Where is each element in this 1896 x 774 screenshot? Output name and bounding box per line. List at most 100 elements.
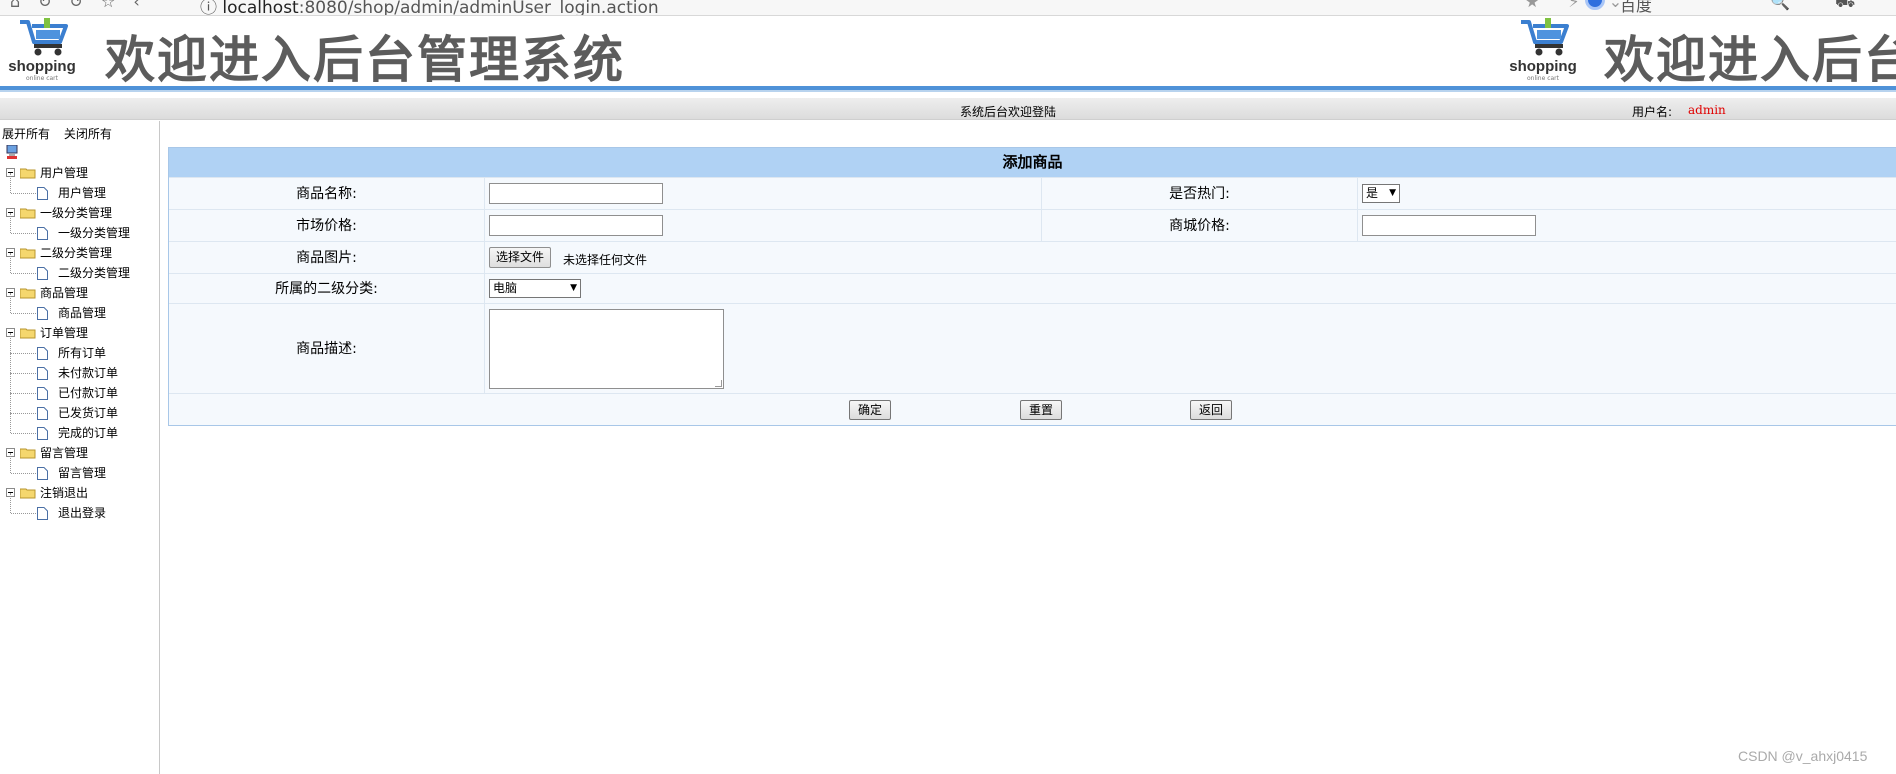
user-label: 用户名: xyxy=(1632,105,1673,119)
user-name: admin xyxy=(1688,103,1726,117)
expand-all-link[interactable]: 展开所有 xyxy=(2,127,50,141)
form-title: 添加商品 xyxy=(169,148,1896,177)
document-icon xyxy=(37,427,48,440)
logo-brand: shopping xyxy=(8,58,76,75)
tree-group-messages[interactable]: 留言管理 xyxy=(0,443,160,463)
tree-item-product-manage[interactable]: 商品管理 xyxy=(0,293,160,323)
document-icon xyxy=(37,227,48,240)
dropdown-arrow-icon: ▼ xyxy=(1389,188,1396,198)
folder-open-icon xyxy=(20,328,36,339)
sidebar: 展开所有 关闭所有 用户管理 用户管理 一级分类管理 一级分类管理 二级分类管理… xyxy=(0,121,160,774)
tree-controls: 展开所有 关闭所有 xyxy=(2,125,122,142)
document-icon xyxy=(37,367,48,380)
browser-menu-icons[interactable]: 🔍 ⛟ ⋮ xyxy=(1770,0,1896,15)
tree-group-label: 一级分类管理 xyxy=(40,206,113,220)
logo-brand: shopping xyxy=(1509,58,1577,75)
category-select[interactable]: 电脑 ▼ xyxy=(489,279,581,298)
form-row-image: 商品图片: 选择文件 未选择任何文件 xyxy=(169,241,1896,274)
info-icon: ⓘ xyxy=(200,0,223,16)
banner-title-repeat: 欢迎进入后台管理系统 xyxy=(1604,31,1896,86)
tree-item-category1-manage[interactable]: 一级分类管理 xyxy=(0,213,160,243)
tree-item-category2-manage[interactable]: 二级分类管理 xyxy=(0,253,160,283)
submit-button[interactable]: 确定 xyxy=(849,400,892,420)
is-hot-select[interactable]: 是 ▼ xyxy=(1362,184,1400,203)
logo-subtitle: online cart xyxy=(1526,75,1559,82)
tree-group-label: 订单管理 xyxy=(40,326,89,340)
category-value: 电脑 xyxy=(493,281,518,295)
description-label: 商品描述: xyxy=(296,341,357,357)
tree-group-label: 二级分类管理 xyxy=(40,246,113,260)
back-button[interactable]: 返回 xyxy=(1190,400,1233,420)
tree-item-label: 所有订单 xyxy=(58,346,107,360)
product-name-label: 商品名称: xyxy=(296,186,357,202)
tree-item-label: 已付款订单 xyxy=(58,386,119,400)
tree-group-users[interactable]: 用户管理 xyxy=(0,163,160,183)
url-host: localhost xyxy=(222,0,299,16)
tree-item-label: 一级分类管理 xyxy=(58,226,131,240)
tree-item-label: 二级分类管理 xyxy=(58,266,131,280)
shopping-logo: shopping online cart xyxy=(2,18,82,84)
tree-item-message-manage[interactable]: 留言管理 xyxy=(0,453,160,483)
tree-group-products[interactable]: 商品管理 xyxy=(0,283,160,303)
tree-item-completed-orders[interactable]: 完成的订单 xyxy=(0,413,160,443)
folder-open-icon xyxy=(20,448,36,459)
document-icon xyxy=(37,407,48,420)
tree-item-logout[interactable]: 退出登录 xyxy=(0,493,160,523)
folder-open-icon xyxy=(20,248,36,259)
dropdown-arrow-icon: ▼ xyxy=(570,283,577,293)
tree-group-category1[interactable]: 一级分类管理 xyxy=(0,203,160,223)
document-icon xyxy=(37,347,48,360)
folder-open-icon xyxy=(20,288,36,299)
choose-file-button[interactable]: 选择文件 xyxy=(489,247,552,268)
tree-item-label: 未付款订单 xyxy=(58,366,119,380)
collapse-all-link[interactable]: 关闭所有 xyxy=(64,127,112,141)
document-icon xyxy=(37,467,48,480)
cart-icon xyxy=(1521,18,1569,56)
browser-nav-icons[interactable]: ⌂↻↺☆‹ xyxy=(10,0,158,11)
tree-group-label: 留言管理 xyxy=(40,446,89,460)
form-row-description: 商品描述: xyxy=(169,303,1896,394)
category-label: 所属的二级分类: xyxy=(275,281,378,297)
welcome-text: 系统后台欢迎登陆 xyxy=(960,105,1057,119)
watermark: CSDN @v_ahxj0415 xyxy=(1738,748,1868,764)
market-price-label: 市场价格: xyxy=(296,218,357,234)
document-icon xyxy=(37,267,48,280)
tree-item-label: 已发货订单 xyxy=(58,406,119,420)
market-price-input[interactable] xyxy=(489,215,663,236)
product-image-label: 商品图片: xyxy=(296,250,357,266)
tree-item-label: 完成的订单 xyxy=(58,426,119,440)
tree-item-label: 商品管理 xyxy=(58,306,107,320)
nav-tree: 用户管理 用户管理 一级分类管理 一级分类管理 二级分类管理 二级分类管理 商品… xyxy=(0,163,160,523)
reset-button[interactable]: 重置 xyxy=(1020,400,1063,420)
logo-subtitle: online cart xyxy=(25,75,58,82)
form-row-category: 所属的二级分类: 电脑 ▼ xyxy=(169,273,1896,304)
tree-group-label: 用户管理 xyxy=(40,166,89,180)
shop-price-input[interactable] xyxy=(1362,215,1536,236)
search-engine-label[interactable]: 百度 xyxy=(1620,0,1652,15)
banner-divider-light xyxy=(0,90,1896,92)
form-row-actions: 确定 重置 返回 xyxy=(169,393,1896,425)
tree-item-unpaid-orders[interactable]: 未付款订单 xyxy=(0,353,160,383)
description-textarea[interactable] xyxy=(489,309,724,389)
tree-item-all-orders[interactable]: 所有订单 xyxy=(0,333,160,363)
site-banner: shopping online cart 欢迎进入后台管理系统 shopping… xyxy=(0,16,1896,86)
document-icon xyxy=(37,187,48,200)
shop-price-label: 商城价格: xyxy=(1169,218,1230,234)
tree-item-shipped-orders[interactable]: 已发货订单 xyxy=(0,393,160,423)
folder-open-icon xyxy=(20,488,36,499)
bookmark-star-icon[interactable]: ★ ⚡ ⌄ xyxy=(1525,0,1634,11)
address-bar[interactable]: ⓘ localhost:8080/shop/admin/adminUser_lo… xyxy=(200,0,659,16)
product-name-input[interactable] xyxy=(489,183,663,204)
browser-toolbar: ⌂↻↺☆‹ ⓘ localhost:8080/shop/admin/adminU… xyxy=(0,0,1896,16)
tree-group-logout[interactable]: 注销退出 xyxy=(0,483,160,503)
url-path: :8080/shop/admin/adminUser_login.action xyxy=(298,0,659,16)
add-product-form: 添加商品 商品名称: 是否热门: 是 ▼ 市场价格: 商城价格: 商品图片: 选… xyxy=(168,147,1896,426)
tree-item-paid-orders[interactable]: 已付款订单 xyxy=(0,373,160,403)
is-hot-value: 是 xyxy=(1366,186,1379,200)
shopping-logo-repeat: shopping online cart xyxy=(1503,18,1583,84)
tree-group-category2[interactable]: 二级分类管理 xyxy=(0,243,160,263)
tree-item-label: 退出登录 xyxy=(58,506,107,520)
tree-item-user-manage[interactable]: 用户管理 xyxy=(0,173,160,203)
tree-group-orders[interactable]: 订单管理 xyxy=(0,323,160,343)
document-icon xyxy=(37,507,48,520)
